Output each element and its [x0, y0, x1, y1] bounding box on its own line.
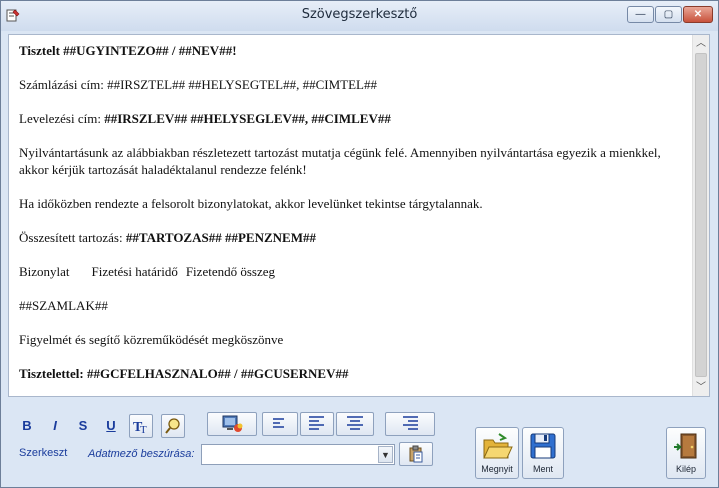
font-button[interactable]: T T	[129, 414, 153, 438]
paragraph-settled-notice: Ha időközben rendezte a felsorolt bizony…	[19, 196, 483, 211]
insert-field-label: Adatmező beszúrása:	[88, 448, 195, 460]
editor-toolbar: B I S U T T Szerkeszt Adatmező beszúrása…	[1, 399, 718, 487]
save-button-label: Ment	[532, 464, 553, 474]
chevron-down-icon[interactable]: ▼	[378, 446, 393, 463]
insert-field-combobox[interactable]: ▼	[201, 444, 395, 465]
bold-button[interactable]: B	[16, 415, 38, 437]
exit-button[interactable]: Kilép	[666, 427, 706, 479]
floppy-disk-icon	[530, 433, 556, 459]
signature-line: Tisztelettel: ##GCFELHASZNALO## / ##GCUS…	[19, 366, 349, 381]
mailing-prefix: Levelezési cím:	[19, 111, 105, 126]
find-icon	[165, 418, 180, 434]
total-placeholder: ##TARTOZAS## ##PENZNEM##	[125, 230, 316, 245]
svg-text:T: T	[140, 424, 147, 435]
greeting-line: Tisztelt ##UGYINTEZO## / ##NEV##!	[19, 42, 679, 59]
align-center-button[interactable]	[336, 412, 374, 436]
find-button[interactable]	[161, 414, 185, 438]
mailing-address-line: Levelezési cím: ##IRSZLEV## ##HELYSEGLEV…	[19, 110, 679, 127]
total-debt-line: Összesített tartozás: ##TARTOZAS## ##PEN…	[19, 229, 679, 246]
paste-icon	[409, 445, 423, 463]
align-left-button[interactable]	[262, 412, 298, 436]
italic-button[interactable]: I	[44, 415, 66, 437]
folder-open-icon	[483, 433, 513, 459]
align-justify-left-button[interactable]	[300, 412, 334, 436]
greeting-placeholder: ##UGYINTEZO## / ##NEV##!	[63, 43, 237, 58]
text-editor-window: Szövegszerkesztő — ▢ ✕ Tisztelt ##UGYINT…	[0, 0, 719, 488]
align-left-icon	[273, 418, 284, 428]
title-bar: Szövegszerkesztő — ▢ ✕	[1, 1, 718, 31]
open-button-label: Megnyit	[481, 464, 513, 474]
scroll-thumb[interactable]	[695, 53, 707, 377]
color-icon	[222, 415, 243, 432]
window-title: Szövegszerkesztő	[301, 7, 418, 22]
column-amount: Fizetendő összeg	[185, 264, 275, 279]
font-icon: T T	[133, 420, 147, 435]
scroll-up-icon[interactable]: ︿	[693, 35, 709, 52]
strikethrough-button[interactable]: S	[72, 415, 94, 437]
rich-text-editor[interactable]: Tisztelt ##UGYINTEZO## / ##NEV##! Számlá…	[8, 34, 710, 397]
close-button[interactable]: ✕	[683, 6, 713, 23]
exit-button-label: Kilép	[675, 464, 696, 474]
document-body[interactable]: Tisztelt ##UGYINTEZO## / ##NEV##! Számlá…	[19, 42, 679, 396]
exit-door-icon	[674, 433, 697, 459]
open-button[interactable]: Megnyit	[475, 427, 519, 479]
mailing-placeholder: ##IRSZLEV## ##HELYSEGLEV##, ##CIMLEV##	[104, 111, 391, 126]
scroll-down-icon[interactable]: ﹀	[693, 379, 709, 396]
greeting-prefix: Tisztelt	[19, 43, 64, 58]
column-due-date: Fizetési határidő	[91, 264, 178, 279]
align-right-button[interactable]	[385, 412, 435, 436]
save-button[interactable]: Ment	[522, 427, 564, 479]
align-right-icon	[403, 416, 418, 430]
maximize-button[interactable]: ▢	[655, 6, 682, 23]
thanks-line: Figyelmét és segítő közreműködését megkö…	[19, 332, 284, 347]
align-center-icon	[347, 416, 363, 430]
underline-button[interactable]: U	[100, 415, 122, 437]
align-justify-left-icon	[309, 416, 324, 430]
billing-address-line: Számlázási cím: ##IRSZTEL## ##HELYSEGTEL…	[19, 77, 377, 92]
invoices-placeholder: ##SZAMLAK##	[19, 298, 108, 313]
vertical-scrollbar[interactable]: ︿ ﹀	[692, 35, 709, 396]
paragraph-debt-notice: Nyilvántartásunk az alábbiakban részlete…	[19, 145, 661, 177]
total-prefix: Összesített tartozás:	[19, 230, 126, 245]
invoice-columns-line: Bizonylat Fizetési határidő Fizetendő össz…	[19, 263, 679, 280]
edit-label: Szerkeszt	[19, 447, 68, 459]
paste-button[interactable]	[399, 442, 433, 466]
color-button[interactable]	[207, 412, 257, 436]
minimize-button[interactable]: —	[627, 6, 654, 23]
column-document: Bizonylat	[19, 264, 70, 279]
